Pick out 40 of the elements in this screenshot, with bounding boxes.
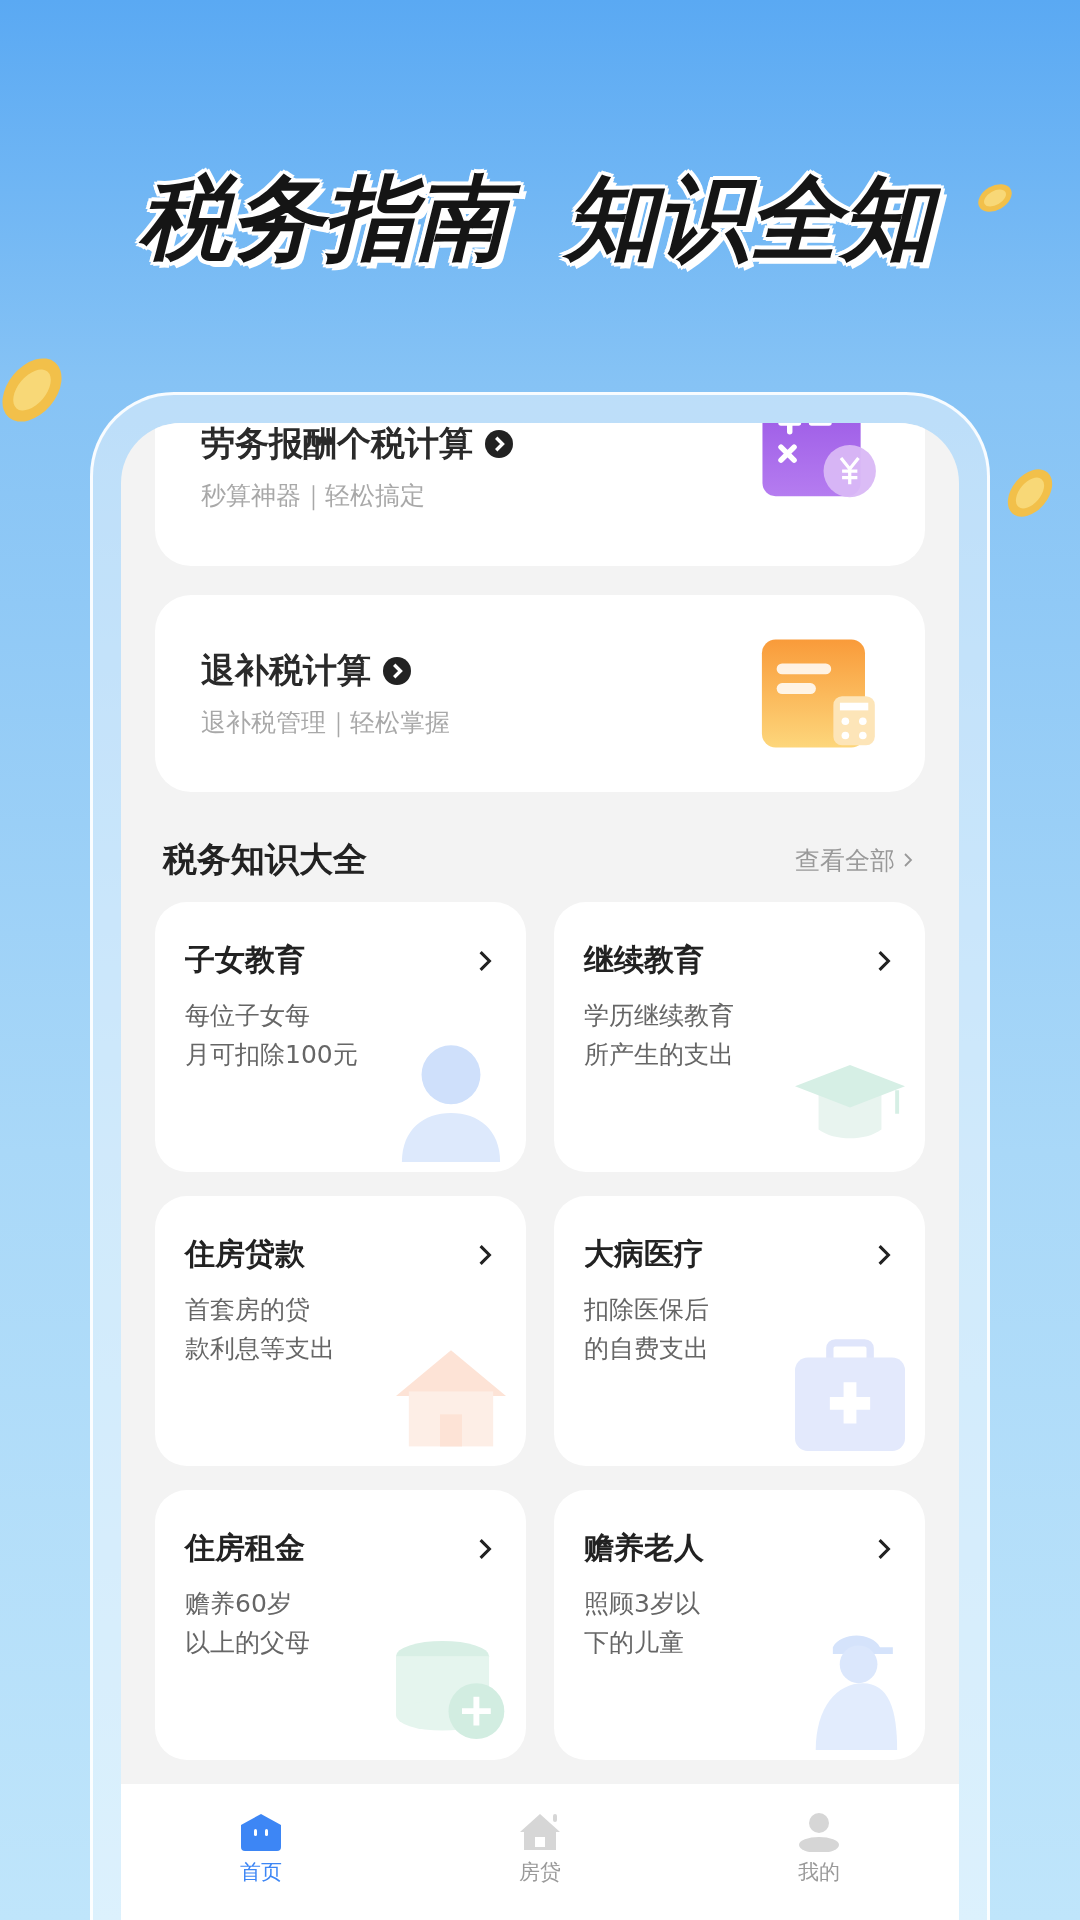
topic-card[interactable]: 赡养老人 照顾3岁以 下的儿童	[554, 1490, 925, 1760]
topic-description: 照顾3岁以 下的儿童	[584, 1588, 701, 1659]
chevron-right-icon	[478, 949, 492, 972]
nav-tab[interactable]: 首页	[200, 1812, 321, 1886]
topic-description: 赡养60岁 以上的父母	[185, 1588, 311, 1659]
chevron-right-icon	[877, 1243, 891, 1266]
section-title: 税务知识大全	[163, 838, 367, 881]
headline-text: 税务指南	[129, 155, 525, 285]
topic-card[interactable]: 继续教育 学历继续教育 所产生的支出	[554, 902, 925, 1172]
topic-description: 扣除医保后 的自费支出	[584, 1294, 710, 1365]
topic-title: 赡养老人	[584, 1529, 704, 1567]
chevron-right-icon	[478, 1243, 492, 1266]
home-icon	[238, 1812, 283, 1852]
tool-title: 劳务报酬个税计算	[201, 423, 473, 465]
topic-description: 首套房的贷 款利息等支出	[185, 1294, 336, 1365]
tool-subtitle: 秒算神器｜轻松搞定	[201, 480, 426, 512]
topic-card[interactable]: 子女教育 每位子女每 月可扣除100元	[155, 902, 526, 1172]
tool-card[interactable]: 劳务报酬个税计算 秒算神器｜轻松搞定	[155, 423, 925, 566]
chevron-right-icon	[478, 1537, 492, 1560]
topic-title: 住房贷款	[185, 1235, 305, 1273]
profile-icon	[797, 1812, 842, 1852]
house-icon	[518, 1812, 562, 1852]
topic-title: 继续教育	[584, 941, 704, 979]
headline-text: 知识全知	[555, 155, 951, 285]
topic-description: 学历继续教育 所产生的支出	[584, 1000, 735, 1071]
topic-title: 大病医疗	[584, 1235, 704, 1273]
chevron-right-icon	[877, 949, 891, 972]
topic-description: 每位子女每 月可扣除100元	[185, 1000, 359, 1071]
arrow-circle-icon	[485, 430, 513, 458]
tool-title: 退补税计算	[201, 649, 371, 692]
topic-card[interactable]: 大病医疗 扣除医保后 的自费支出	[554, 1196, 925, 1466]
topic-title: 子女教育	[185, 941, 305, 979]
chevron-right-icon	[877, 1537, 891, 1560]
tool-subtitle: 退补税管理｜轻松掌握	[201, 707, 450, 739]
topic-card[interactable]: 住房贷款 首套房的贷 款利息等支出	[155, 1196, 526, 1466]
tool-card[interactable]: 退补税计算 退补税管理｜轻松掌握	[155, 595, 925, 792]
chevron-right-icon	[903, 852, 913, 868]
arrow-circle-icon	[383, 657, 411, 685]
topic-title: 住房租金	[185, 1529, 305, 1567]
topic-card[interactable]: 住房租金 赡养60岁 以上的父母	[155, 1490, 526, 1760]
